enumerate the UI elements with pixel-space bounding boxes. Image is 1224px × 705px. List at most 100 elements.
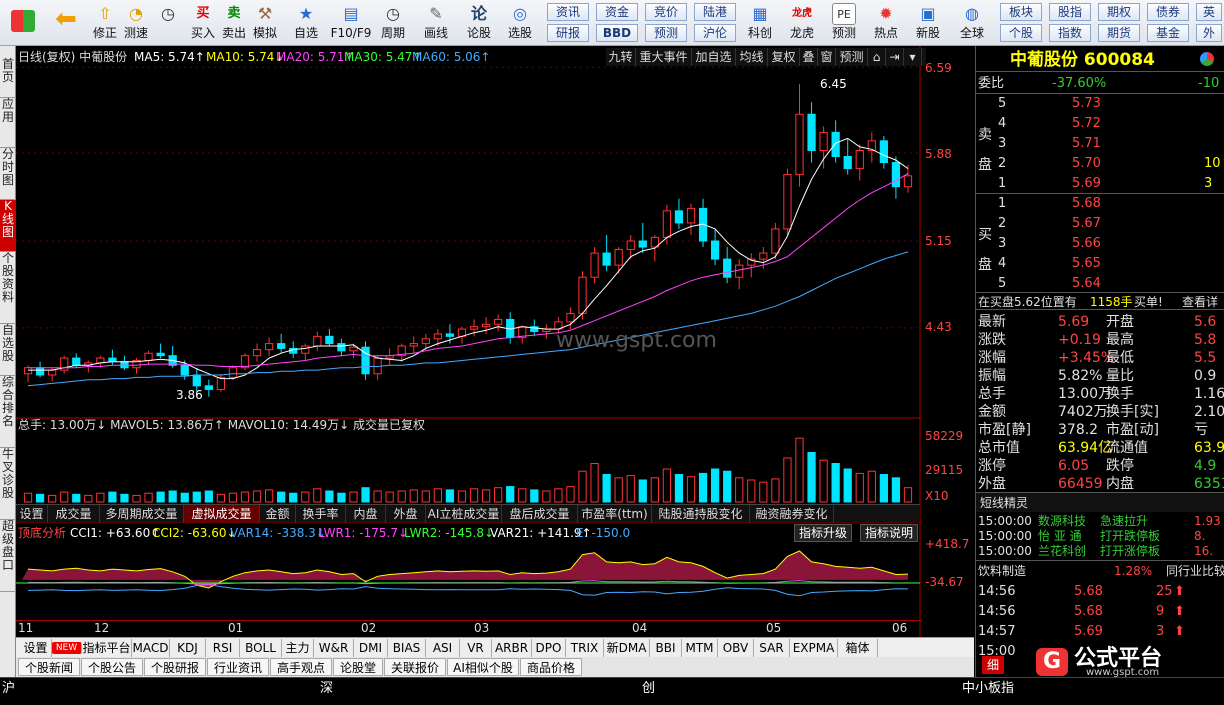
sell-price[interactable]: 5.71 <box>1072 137 1101 151</box>
pie-icon[interactable] <box>1200 52 1214 66</box>
sector-button[interactable]: 板块 <box>1000 3 1042 21</box>
watchlist-button[interactable]: ★ 自选 <box>288 2 324 44</box>
index-futures-button[interactable]: 股指 <box>1049 3 1091 21</box>
indices-button[interactable]: 指数 <box>1049 24 1091 42</box>
indicator-tab[interactable]: ASI <box>426 639 460 657</box>
buy-price[interactable]: 5.68 <box>1072 197 1101 211</box>
sh-london-button[interactable]: 沪伦 <box>694 24 736 42</box>
tab-jiuzhuan[interactable]: 九转 <box>606 48 636 66</box>
tab-diagnosis[interactable]: 牛叉诊股 <box>0 448 16 520</box>
indicator-tab[interactable]: NEW <box>52 642 82 654</box>
apps-button[interactable] <box>4 2 42 44</box>
chevron-down-icon[interactable]: ▾ <box>904 48 922 66</box>
news-button[interactable]: 资讯 <box>547 3 589 21</box>
indicator-tab[interactable]: ARBR <box>492 639 532 657</box>
indicator-tab[interactable]: BIAS <box>388 639 426 657</box>
indicator-tab[interactable]: 新DMA <box>604 639 650 657</box>
indicator-tab[interactable]: W&R <box>314 639 354 657</box>
indicator-tab[interactable]: OBV <box>718 639 754 657</box>
indicator-tab[interactable]: SAR <box>754 639 790 657</box>
f10-button[interactable]: ▤ F10/F9 <box>328 2 374 44</box>
short-elf-item[interactable]: 急速拉升 <box>1100 514 1148 528</box>
indicator-tab[interactable]: KDJ <box>170 639 206 657</box>
vol-tab-0[interactable]: 设置 <box>16 505 48 523</box>
tab-ma[interactable]: 均线 <box>736 48 768 66</box>
tab-super-book[interactable]: 超级盘口 <box>0 520 16 592</box>
forecast-button[interactable]: PE 预测 <box>826 2 862 44</box>
indicator-tab[interactable]: 箱体 <box>838 639 878 657</box>
short-elf-item[interactable]: 15:00:00 <box>978 544 1032 558</box>
uk-button[interactable]: 英 <box>1196 3 1222 21</box>
short-elf-item[interactable]: 怡 亚 通 <box>1038 529 1082 543</box>
auction-button[interactable]: 竞价 <box>645 3 687 21</box>
indicator-help-button[interactable]: 指标说明 <box>860 524 919 542</box>
back-button[interactable]: ⬅ <box>46 2 86 44</box>
tab-kline[interactable]: K线图 <box>0 200 16 252</box>
info-tab[interactable]: 关联报价 <box>384 658 446 676</box>
global-button[interactable]: ◍ 全球 <box>952 2 992 44</box>
lock-icon[interactable]: ⌂ <box>868 48 886 66</box>
kline-chart-area[interactable]: 日线(复权) 中葡股份 MA5: 5.74↑ MA10: 5.74↓ MA20:… <box>16 46 974 637</box>
buy-button[interactable]: 买买入 <box>188 2 218 44</box>
indicator-tab[interactable]: DMI <box>354 639 388 657</box>
indicator-tab[interactable]: 主力 <box>282 639 314 657</box>
short-elf-header[interactable]: 短线精灵 <box>976 492 1224 512</box>
fund-button[interactable]: 基金 <box>1147 24 1189 42</box>
tab-predict[interactable]: 预测 <box>836 48 868 66</box>
short-elf-item[interactable]: 兰花科创 <box>1038 544 1086 558</box>
vol-tab-9[interactable]: 盘后成交量 <box>502 505 578 523</box>
draw-line-button[interactable]: ✎ 画线 <box>416 2 456 44</box>
stocks-button[interactable]: 个股 <box>1000 24 1042 42</box>
expand-icon[interactable]: ⇥ <box>886 48 904 66</box>
forex-button[interactable]: 外 <box>1196 24 1222 42</box>
stock-select-button[interactable]: ◎ 选股 <box>500 2 540 44</box>
buy-price[interactable]: 5.67 <box>1072 217 1101 231</box>
vol-tab-3[interactable]: 虚拟成交量 <box>184 505 260 523</box>
options-button[interactable]: 期权 <box>1098 3 1140 21</box>
vol-tab-1[interactable]: 成交量 <box>48 505 100 523</box>
info-tab[interactable]: 个股新闻 <box>18 658 80 676</box>
indicator-name[interactable]: 顶底分析 <box>18 526 66 540</box>
info-tab[interactable]: 论股堂 <box>333 658 383 676</box>
info-tab[interactable]: 个股研报 <box>144 658 206 676</box>
buy-price[interactable]: 5.64 <box>1072 277 1101 291</box>
vol-tab-6[interactable]: 内盘 <box>346 505 386 523</box>
new-ipo-button[interactable]: ▣ 新股 <box>910 2 946 44</box>
indicator-tab[interactable]: BOLL <box>240 639 282 657</box>
sell-price[interactable]: 5.70 <box>1072 157 1101 171</box>
indicator-tab[interactable]: MACD <box>132 639 170 657</box>
vol-tab-2[interactable]: 多周期成交量 <box>100 505 184 523</box>
dragon-tiger-button[interactable]: 龙虎 龙虎 <box>784 2 820 44</box>
indicator-tab[interactable]: 设置 <box>20 639 52 657</box>
short-elf-item[interactable]: 打开涨停板 <box>1100 544 1160 558</box>
kline-svg[interactable] <box>16 46 974 637</box>
indicator-tab[interactable]: EXPMA <box>790 639 838 657</box>
status-sz[interactable]: 深 <box>320 682 333 696</box>
tab-apps[interactable]: 应用 <box>0 98 16 148</box>
buy-price[interactable]: 5.65 <box>1072 257 1101 271</box>
info-tab[interactable]: 商品价格 <box>520 658 582 676</box>
short-elf-item[interactable]: 16. <box>1194 544 1213 558</box>
hk-connect-button[interactable]: 陆港 <box>694 3 736 21</box>
simulate-button[interactable]: ⚒ 模拟 <box>250 2 280 44</box>
industry-row[interactable]: 饮料制造 1.28% 同行业比较 <box>976 560 1224 580</box>
fix-button[interactable]: ⇧ 修正 <box>90 2 120 44</box>
indicator-tab[interactable]: VR <box>460 639 492 657</box>
vol-tab-11[interactable]: 陆股通持股变化 <box>652 505 750 523</box>
sell-price[interactable]: 5.73 <box>1072 97 1101 111</box>
short-elf-item[interactable]: 1.93 <box>1194 514 1221 528</box>
status-cy[interactable]: 创 <box>642 682 655 696</box>
kechuang-button[interactable]: ▦ 科创 <box>742 2 778 44</box>
short-elf-item[interactable]: 8. <box>1194 529 1205 543</box>
period-button[interactable]: ◷ 周期 <box>376 2 410 44</box>
big-order-note[interactable]: 在买盘5.62位置有 1158手 买单! 查看详 <box>976 292 1224 310</box>
vol-tab-12[interactable]: 融资融券变化 <box>750 505 834 523</box>
tab-stock-info[interactable]: 个股资料 <box>0 252 16 324</box>
sell-button[interactable]: 卖卖出 <box>219 2 249 44</box>
tab-add-watch[interactable]: 加自选 <box>692 48 736 66</box>
bonds-button[interactable]: 债券 <box>1147 3 1189 21</box>
vol-tab-5[interactable]: 换手率 <box>296 505 346 523</box>
short-elf-item[interactable]: 15:00:00 <box>978 529 1032 543</box>
vol-tab-10[interactable]: 市盈率(ttm) <box>578 505 652 523</box>
vol-tab-7[interactable]: 外盘 <box>386 505 426 523</box>
